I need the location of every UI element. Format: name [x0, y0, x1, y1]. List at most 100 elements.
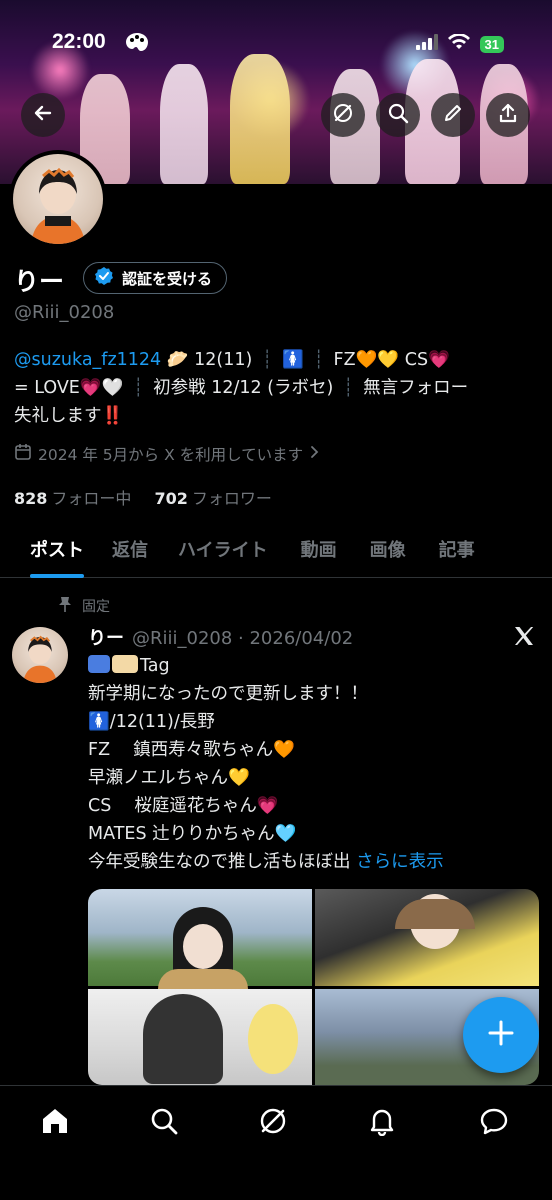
chat-bubble-icon [479, 1106, 509, 1140]
tab-posts[interactable]: ポスト [30, 520, 84, 578]
image-subject [183, 924, 223, 969]
girl-symbol-emoji: 🚺 [282, 350, 304, 370]
post-author-name[interactable]: りー [88, 624, 124, 650]
bio-separator: ┊ [261, 350, 273, 370]
following-count: 828 [14, 489, 48, 508]
follow-stats: 828 フォロー中 702 フォロワー [14, 485, 272, 509]
followers-link[interactable]: 702 フォロワー [155, 489, 272, 508]
image-subject [248, 1003, 298, 1074]
profile-name: りー [14, 267, 65, 296]
search-icon [387, 102, 409, 128]
avatar-image [31, 167, 85, 244]
post-text[interactable]: Tag 新学期になったので更新します！！ 🚺/12(11)/長野 FZ 鎮西寿々… [88, 652, 538, 876]
status-indicators: 31 [415, 33, 504, 54]
post-image-3[interactable] [88, 988, 312, 1085]
grok-icon [332, 102, 354, 128]
post-line: FZ 鎮西寿々歌ちゃん [88, 740, 274, 760]
get-verified-label: 認証を受ける [122, 269, 213, 288]
girl-symbol-emoji: 🚺 [88, 712, 110, 732]
dumpling-emoji: 🥟 [166, 350, 189, 370]
post-image-1[interactable] [88, 889, 312, 1009]
nav-grok[interactable] [256, 1106, 290, 1140]
post-avatar[interactable] [12, 627, 68, 683]
profile-bio: @suzuka_fz1124 🥟 12(11) ┊ 🚺 ┊ FZ🧡💛 CS💗 =… [14, 346, 539, 430]
followers-count: 702 [154, 489, 188, 508]
back-button[interactable] [21, 93, 65, 137]
following-link[interactable]: 828 フォロー中 [14, 489, 131, 508]
bio-silent-follow: 無言フォロー [363, 378, 469, 398]
post-line: 新学期になったので更新します！！ [88, 684, 368, 704]
chevron-right-icon [309, 445, 321, 463]
home-icon [40, 1106, 70, 1140]
pin-icon [58, 596, 72, 616]
bio-line3: 失礼します [14, 406, 102, 426]
share-icon [497, 102, 519, 128]
calendar-icon [14, 443, 32, 465]
joined-date[interactable]: 2024 年 5月から X を利用しています [14, 443, 321, 465]
post-line: CS 桜庭遥花ちゃん [88, 796, 257, 816]
edit-button[interactable] [431, 93, 475, 137]
bio-separator: ┊ [313, 350, 324, 370]
orange-heart-emoji: 🧡💛 [355, 350, 400, 370]
image-subject [395, 899, 475, 929]
nav-search[interactable] [147, 1106, 181, 1140]
profile-tabs: ポスト 返信 ハイライト 動画 画像 記事 [0, 520, 552, 578]
search-button[interactable] [376, 93, 420, 137]
x-logo-icon[interactable] [512, 624, 536, 648]
bio-fz: FZ [333, 350, 356, 370]
avatar-image [23, 635, 57, 683]
bottom-navigation [0, 1085, 552, 1200]
pink-heart-emoji: 💗 [428, 350, 450, 370]
pencil-icon [442, 102, 464, 128]
tab-videos[interactable]: 動画 [301, 520, 337, 577]
post-header: りー @Riii_0208 · 2026/04/02 [88, 624, 353, 650]
post-line: /12(11)/長野 [109, 712, 215, 732]
back-arrow-icon [32, 102, 54, 128]
following-label: フォロー中 [51, 489, 132, 508]
nav-messages[interactable] [477, 1106, 511, 1140]
profile-avatar[interactable] [9, 150, 107, 248]
pink-heart-emoji: 💗 [256, 796, 279, 816]
status-bar: 22:00 31 [0, 0, 552, 90]
orange-heart-emoji: 🧡 [273, 740, 295, 760]
nav-notifications[interactable] [365, 1106, 399, 1140]
compose-button[interactable] [463, 997, 539, 1073]
label-tag-emoji [112, 655, 138, 673]
plus-icon [486, 1018, 516, 1052]
tab-highlights[interactable]: ハイライト [178, 520, 268, 577]
nav-home[interactable] [38, 1106, 72, 1140]
wifi-icon [447, 33, 470, 54]
post-image-2[interactable] [315, 889, 539, 986]
bio-love: = LOVE [14, 378, 80, 398]
bio-age: 12(11) [194, 350, 253, 370]
tab-images[interactable]: 画像 [370, 520, 406, 577]
heart-emoji: 💗🤍 [79, 378, 124, 398]
signal-icon [415, 34, 438, 54]
bell-icon [367, 1106, 397, 1140]
get-verified-button[interactable]: 認証を受ける [83, 262, 228, 294]
battery-indicator: 31 [479, 35, 504, 53]
tab-articles[interactable]: 記事 [439, 520, 475, 577]
bio-first-event: 初参戦 12/12 (ラボセ) [153, 378, 334, 398]
post-line: 早瀬ノエルちゃん [88, 768, 228, 788]
bio-cs: CS [404, 350, 429, 370]
exclamation-emoji: ‼️ [101, 406, 124, 426]
grok-button[interactable] [321, 93, 365, 137]
post-line: 今年受験生なので推し活もほぼ出 [88, 852, 351, 872]
tab-replies[interactable]: 返信 [112, 520, 148, 577]
post-meta: @Riii_0208 · 2026/04/02 [132, 628, 354, 649]
pinned-indicator: 固定 [58, 596, 110, 616]
share-button[interactable] [486, 93, 530, 137]
palette-icon [125, 32, 149, 58]
joined-text: 2024 年 5月から X を利用しています [38, 446, 304, 464]
post-line: MATES 辻りりかちゃん [88, 824, 275, 844]
verified-badge-icon [94, 266, 114, 290]
post-line: Tag [140, 656, 170, 676]
bio-mention-link[interactable]: @suzuka_fz1124 [14, 350, 161, 370]
show-more-link[interactable]: さらに表示 [356, 852, 444, 872]
bio-separator: ┊ [342, 378, 354, 398]
profile-handle: @Riii_0208 [14, 302, 115, 323]
image-subject [143, 993, 223, 1084]
grok-icon [258, 1106, 288, 1140]
pinned-label: 固定 [82, 599, 110, 615]
